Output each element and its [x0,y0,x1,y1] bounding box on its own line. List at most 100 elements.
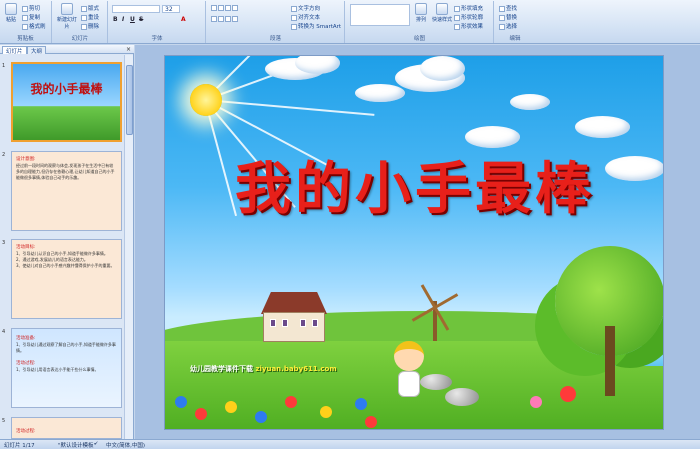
tab-slides[interactable]: 幻灯片 [2,46,27,55]
smartart-icon [291,23,297,30]
align-center-icon [218,16,224,22]
cloud-image [295,56,340,74]
slide-number: 1 [2,63,6,69]
slide-thumbnail-2[interactable]: 设计意图: 经过前一段时间的观察与体会,发现孩子在生活中已有较多的自理能力,但仍存… [11,151,122,231]
font-name-select[interactable] [112,5,160,13]
flower-image [355,398,367,410]
shapes-gallery[interactable] [350,4,410,26]
cloud-image [355,84,405,102]
paragraph-group: 文字方向 对齐文本 转换为 SmartArt 段落 [207,1,345,43]
slide-thumbnail-1[interactable]: 我的小手最棒 [11,62,122,142]
slides-panel: 幻灯片 大纲 × 1 我的小手最棒 2 设计意图: 经过前一段时间的观察与体会,发… [0,45,134,439]
drawing-group: 排列 快速样式 形状填充 形状轮廓 形状效果 绘图 [346,1,494,43]
scissors-icon [22,5,28,12]
shape-outline-button[interactable]: 形状轮廓 [454,13,483,21]
slides-group: 新建幻灯片 版式 重设 删除 幻灯片 [53,1,108,43]
paste-icon [5,3,17,15]
find-button[interactable]: 查找 [499,4,517,12]
boy-image [390,341,428,411]
fill-icon [454,5,460,12]
arrange-button[interactable]: 排列 [413,3,429,23]
font-group: 32 B I U S A 字体 [109,1,206,43]
select-button[interactable]: 选择 [499,22,517,30]
status-bar: 幻灯片 1/17 "默认设计模板" ✓ 中文(简体,中国) [0,439,700,449]
panel-tabs: 幻灯片 大纲 × [0,45,134,55]
effects-icon [454,23,460,30]
copy-icon [22,14,28,21]
font-color-icon[interactable]: A [181,16,186,23]
panel-scrollbar[interactable] [124,55,133,439]
layout-button[interactable]: 版式 [81,4,99,12]
caption-url: ziyuan.baby611.com [255,365,337,373]
flower-image [255,411,267,423]
slide-thumbnail-3[interactable]: 活动目标: 1、引导幼儿认识自己的小手,知道手能做许多事情。 2、通过游戏,发展幼儿… [11,239,122,319]
close-icon[interactable]: × [126,46,131,53]
language[interactable]: 中文(简体,中国) [106,441,145,449]
cursor-icon [499,23,505,30]
cut-button[interactable]: 剪切 [22,4,40,12]
italic-icon[interactable]: I [122,16,124,23]
clipboard-label: 剪贴板 [17,36,34,42]
replace-button[interactable]: 替换 [499,13,517,21]
drawing-label: 绘图 [413,36,425,42]
align-left-icon [211,16,217,22]
underline-icon[interactable]: U [130,16,135,23]
brush-icon [22,23,28,30]
editing-label: 编辑 [509,36,521,42]
copy-button[interactable]: 复制 [22,13,40,21]
thumb-text: 活动过程: [16,429,36,434]
slide-number: 4 [2,329,6,335]
slide-count: 幻灯片 1/17 [4,443,35,449]
scrollbar-thumb[interactable] [126,65,133,135]
flower-image [175,396,187,408]
delete-button[interactable]: 删除 [81,22,99,30]
format-painter-button[interactable]: 格式刷 [22,22,46,30]
paste-button[interactable]: 粘贴 [3,3,19,23]
arrange-icon [415,3,427,15]
cloud-image [575,116,630,138]
new-slide-button[interactable]: 新建幻灯片 [56,3,78,30]
tree-trunk [605,326,615,396]
align-text-icon [291,14,297,21]
flower-image [530,396,542,408]
tab-outline[interactable]: 大纲 [27,46,47,55]
align-text-button[interactable]: 对齐文本 [291,13,320,21]
ribbon: 粘贴 剪切 复制 格式刷 剪贴板 新建幻灯片 版式 重设 删除 幻灯片 32 B… [0,0,700,44]
slide[interactable]: 我的小手最棒 幼儿园教学课件下载 ziyuan.baby611.com [164,55,664,430]
cloud-image [605,156,663,181]
cloud-image [510,94,550,110]
slide-title[interactable]: 我的小手最棒 [235,144,595,225]
smartart-button[interactable]: 转换为 SmartArt [291,22,341,30]
list-buttons[interactable] [211,5,239,12]
quick-styles-button[interactable]: 快速样式 [432,3,452,23]
caption-text: 幼儿园教学课件下载 ziyuan.baby611.com [190,365,337,373]
slide-thumbnail-5[interactable]: 活动过程: [11,417,122,439]
flower-image [365,416,377,428]
binoculars-icon [499,5,505,12]
font-size-select[interactable]: 32 [162,5,180,13]
paragraph-label: 段落 [269,36,281,42]
rock-image [445,388,479,406]
numbering-icon [218,5,224,11]
quick-styles-icon [436,3,448,15]
shape-fill-button[interactable]: 形状填充 [454,4,483,12]
reset-button[interactable]: 重设 [81,13,99,21]
flower-image [320,406,332,418]
slide-number: 5 [2,418,6,424]
text-direction-button[interactable]: 文字方向 [291,4,320,12]
bold-icon[interactable]: B [113,16,118,23]
text-direction-icon [291,5,297,12]
house-image [257,292,331,344]
cloud-image [420,56,465,81]
editing-group: 查找 替换 选择 编辑 [495,1,535,43]
layout-icon [81,5,87,12]
strikethrough-icon[interactable]: S [139,16,143,23]
font-label: 字体 [151,36,163,42]
thumb-text: 设计意图: 经过前一段时间的观察与体会,发现孩子在生活中已有较多的自理能力,但仍存… [16,157,115,180]
reset-icon [81,14,87,21]
slide-thumbnail-4[interactable]: 活动准备: 1、引导幼儿通过观察了解自己的小手,知道手能做许多事情。 活动过程: 1、… [11,328,122,408]
flower-image [195,408,207,420]
align-buttons[interactable] [211,16,239,23]
spellcheck-icon[interactable]: ✓ [94,441,99,447]
shape-effects-button[interactable]: 形状效果 [454,22,483,30]
